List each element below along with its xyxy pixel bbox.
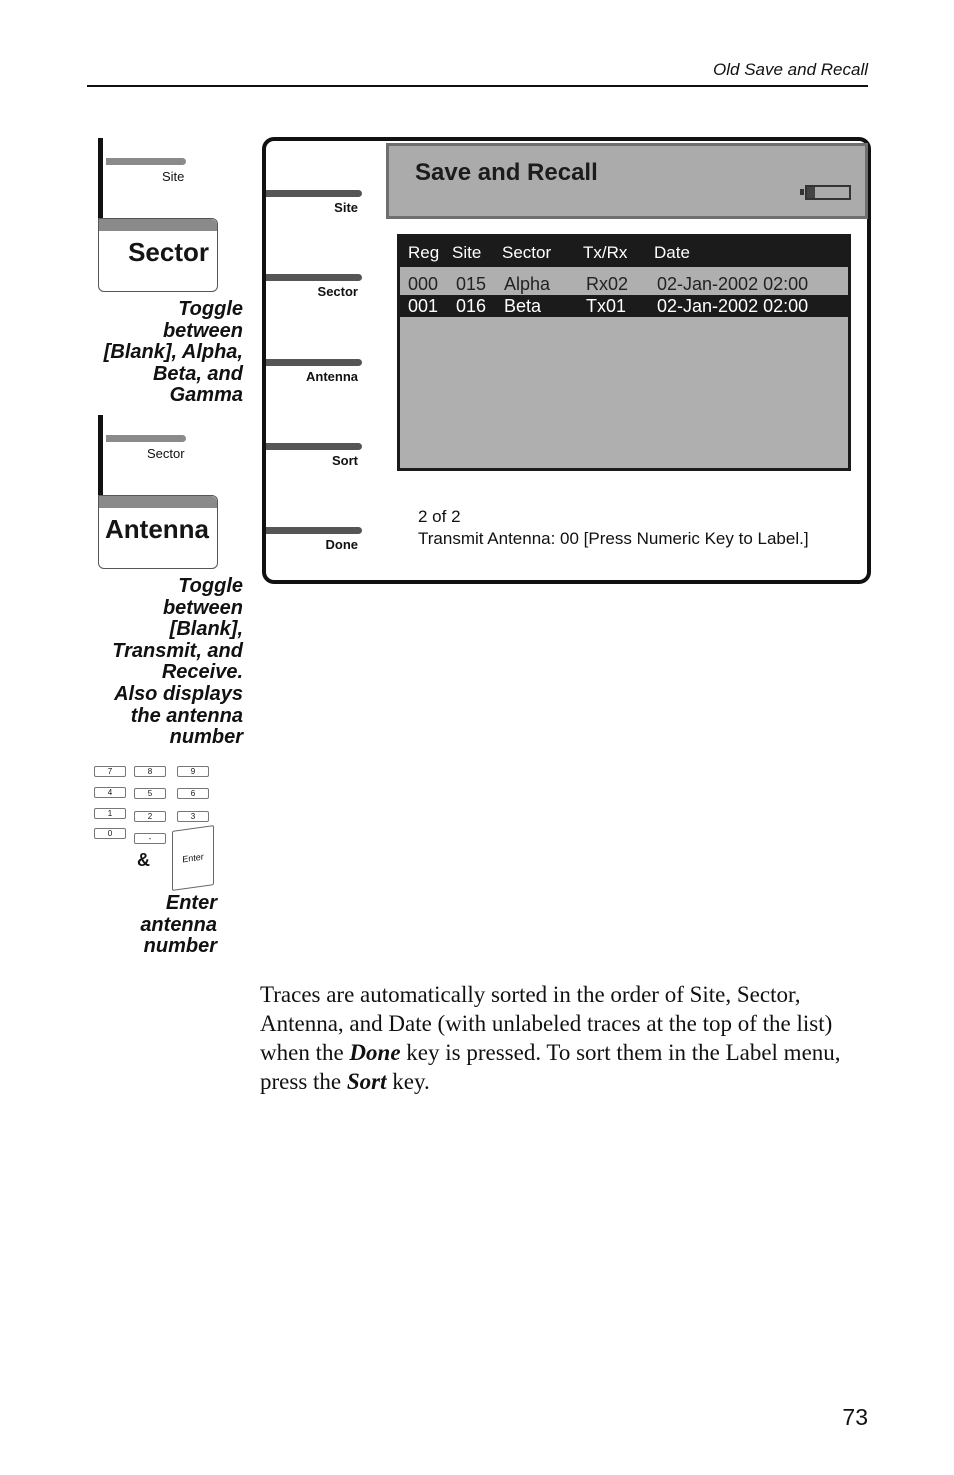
cell-date: 02-Jan-2002 02:00 [657,296,809,316]
done-key-reference: Done [349,1040,401,1065]
cell-site: 016 [456,296,487,316]
softkey-label: Sort [332,453,358,468]
body-text-part: key. [386,1069,430,1094]
site-key-bar [106,158,186,165]
key-6: 6 [177,788,209,799]
softkey-bar [266,274,362,281]
vertical-bar [98,415,103,497]
caption-line: Enter [165,892,217,914]
key-0: 0 [94,828,126,839]
cell-reg: 000 [408,274,439,294]
column-header-date: Date [654,243,690,262]
antenna-key: Antenna [98,495,218,569]
antenna-key-caption: Toggle between [Blank], Transmit, and Re… [60,575,243,749]
body-paragraph: Traces are automatically sorted in the o… [260,980,860,1096]
key-9: 9 [177,766,209,777]
cell-date: 02-Jan-2002 02:00 [657,274,809,294]
enter-key: Enter [172,825,214,891]
caption-line: Beta, and [152,362,243,385]
caption-line: Toggle [178,298,243,320]
cell-sector: Alpha [504,274,551,294]
battery-fill [807,187,816,198]
table-row-selected[interactable]: 001 016 Beta Tx01 02-Jan-2002 02:00 [400,295,848,317]
sector-key-caption: Toggle between [Blank], Alpha, Beta, and… [60,298,243,407]
softkey-bar [266,359,362,366]
caption-line: between [162,596,243,619]
column-header-reg: Reg [408,243,440,262]
key-1: 1 [94,808,126,819]
softkey-sector[interactable]: Sector [266,274,362,314]
battery-icon [800,185,851,200]
caption-line: between [162,319,243,342]
sector-key-small-label: Sector [147,446,185,461]
caption-line: Gamma [169,384,243,407]
sector-key-label: Sector [128,237,209,267]
key-5: 5 [134,788,166,799]
column-header-txrx: Tx/Rx [583,243,628,262]
caption-line: Also displays [114,682,243,705]
softkey-bar [266,190,362,197]
caption-line: number [143,935,217,958]
ampersand: & [137,850,150,870]
softkey-bar [266,443,362,450]
sector-key: Sector [98,218,218,292]
caption-line: Transmit, and [112,639,243,662]
caption-line: antenna [140,913,217,936]
caption-line: number [169,726,243,749]
softkey-label: Done [325,537,359,552]
caption-line: Receive. [161,661,243,684]
trace-list: Reg Site Sector Tx/Rx Date 000 015 Alpha… [397,234,851,471]
column-header-sector: Sector [502,243,552,262]
key-8: 8 [134,766,166,777]
key-4: 4 [94,787,126,798]
key-3: 3 [177,811,209,822]
cell-reg: 001 [408,296,439,316]
softkey-done[interactable]: Done [266,527,362,567]
antenna-key-label: Antenna [105,514,209,544]
vertical-bar [98,138,103,220]
cell-sector: Beta [504,296,542,316]
softkey-label: Sector [317,284,358,299]
softkey-bar [266,527,362,534]
header-rule [87,85,868,87]
site-key-label: Site [162,169,185,184]
record-count: 2 of 2 [418,507,461,526]
list-header: Reg Site Sector Tx/Rx Date [400,237,848,267]
key-minus: - [134,833,166,844]
sector-key-bar [106,435,186,442]
sector-key-illustration: Site Sector [98,138,228,298]
column-header-site: Site [452,243,482,262]
table-row[interactable]: 000 015 Alpha Rx02 02-Jan-2002 02:00 [400,273,848,295]
softkey-label: Site [334,200,358,215]
softkey-sort[interactable]: Sort [266,443,362,483]
key-top-bar [99,496,217,508]
status-message: Transmit Antenna: 00 [Press Numeric Key … [418,529,809,548]
key-top-bar [99,219,217,231]
screen-title: Save and Recall [415,159,598,186]
caption-line: [Blank], Alpha, [103,341,243,364]
softkey-label: Antenna [306,369,358,384]
antenna-key-illustration: Sector Antenna [98,415,228,575]
battery-nub [800,189,804,195]
sort-key-reference: Sort [346,1069,387,1094]
cell-site: 015 [456,274,487,294]
key-7: 7 [94,766,126,777]
key-2: 2 [134,811,166,822]
page-number: 73 [842,1404,868,1430]
caption-line: Toggle [178,575,243,597]
instrument-screen: Site Sector Antenna Sort Done Save and R… [262,137,871,584]
cell-txrx: Tx01 [586,296,627,316]
softkey-site[interactable]: Site [266,190,362,230]
caption-line: [Blank], [169,618,243,641]
running-head: Old Save and Recall [713,60,868,79]
keypad-caption: Enter antenna number [60,892,217,958]
caption-line: the antenna [130,704,243,727]
title-panel: Save and Recall [386,143,868,219]
numeric-keypad-illustration: 7 8 9 4 5 6 1 2 3 0 - Enter & [92,764,222,894]
cell-txrx: Rx02 [586,274,629,294]
softkey-antenna[interactable]: Antenna [266,359,362,399]
